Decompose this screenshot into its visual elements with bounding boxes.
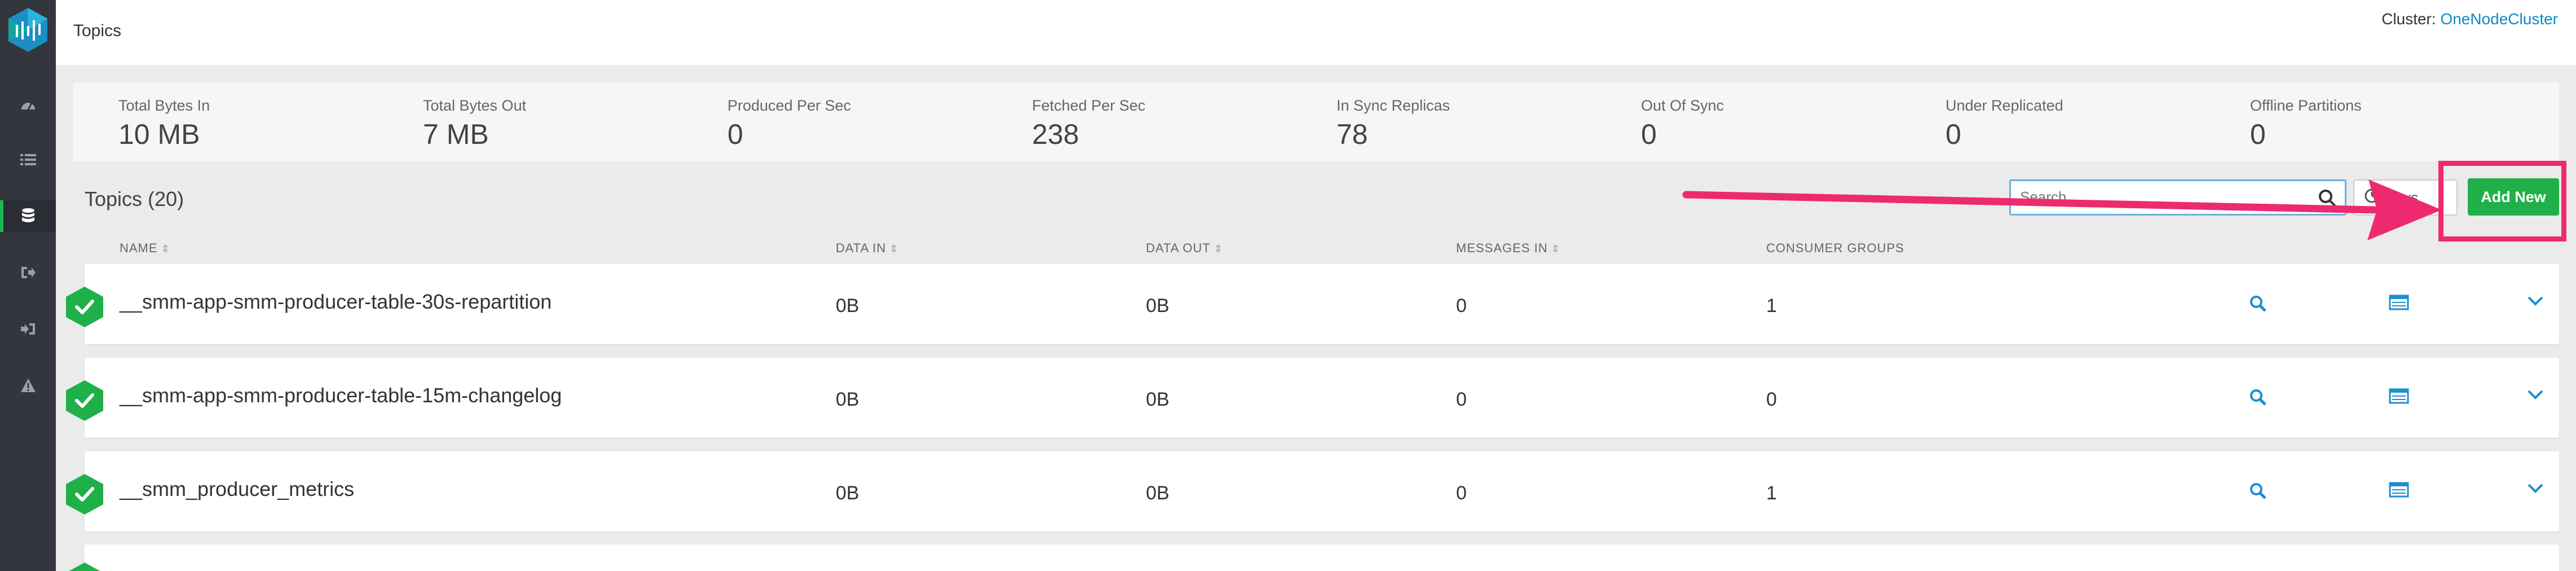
- metric-value: 238: [1032, 118, 1079, 150]
- topic-name[interactable]: __smm-app-smm-producer-table-30s-reparti…: [120, 290, 552, 314]
- topic-row[interactable]: __smm_producer_metrics 0B 0B 0 1: [66, 451, 2559, 532]
- topic-consumer-groups: 1: [1766, 295, 1777, 317]
- sort-icon: ⇕: [1551, 243, 1560, 254]
- dashboard-icon[interactable]: [19, 95, 38, 114]
- table-icon[interactable]: [2389, 295, 2409, 313]
- check-icon: [69, 563, 100, 571]
- logo-icon[interactable]: [7, 7, 49, 53]
- column-label: NAME: [120, 241, 158, 255]
- topics-count-title: Topics (20): [85, 187, 184, 210]
- table-icon[interactable]: [2389, 388, 2409, 407]
- topic-messages-in: 0: [1456, 295, 1467, 317]
- page-header: Topics Cluster: OneNodeCluster: [56, 0, 2576, 65]
- search-box[interactable]: [2009, 179, 2346, 216]
- metric-label: Produced Per Sec: [727, 97, 852, 114]
- sort-icon: ⇕: [161, 243, 170, 254]
- metric-value: 0: [727, 118, 743, 150]
- metric-out-of-sync: Out Of Sync 0: [1641, 97, 1724, 151]
- topic-data-out: 0B: [1146, 389, 1170, 410]
- search-icon[interactable]: [2249, 482, 2267, 503]
- metric-label: Total Bytes In: [118, 97, 210, 114]
- topic-data-in: 0B: [836, 482, 859, 504]
- clock-icon: [2365, 188, 2379, 207]
- metric-label: Out Of Sync: [1641, 97, 1724, 114]
- chevron-down-icon[interactable]: [2526, 388, 2544, 403]
- topic-messages-in: 0: [1456, 482, 1467, 504]
- sidebar-active-indicator: [0, 200, 3, 232]
- column-header-messages-in[interactable]: MESSAGES IN ⇕: [1456, 241, 1560, 256]
- search-input[interactable]: [2011, 181, 2304, 213]
- database-icon[interactable]: [19, 207, 38, 226]
- warning-icon[interactable]: [19, 376, 38, 395]
- topic-data-out: 0B: [1146, 295, 1170, 317]
- topic-consumer-groups: 0: [1766, 389, 1777, 410]
- table-icon[interactable]: [2389, 482, 2409, 500]
- cluster-label: Cluster:: [2381, 10, 2436, 28]
- search-icon[interactable]: [2249, 388, 2267, 409]
- metric-label: Fetched Per Sec: [1032, 97, 1146, 114]
- list-icon[interactable]: [19, 150, 38, 169]
- metric-total-bytes-out: Total Bytes Out 7 MB: [423, 97, 526, 151]
- column-header-data-in[interactable]: DATA IN ⇕: [836, 241, 898, 256]
- metric-total-bytes-in: Total Bytes In 10 MB: [118, 97, 210, 151]
- metric-under-replicated: Under Replicated 0: [1946, 97, 2063, 151]
- topic-name[interactable]: __smm_producer_metrics: [120, 477, 354, 501]
- metric-label: Under Replicated: [1946, 97, 2063, 114]
- column-header-name[interactable]: NAME ⇕: [120, 241, 170, 256]
- check-icon: [66, 380, 103, 421]
- metric-offline-partitions: Offline Partitions 0: [2250, 97, 2362, 151]
- column-label: CONSUMER GROUPS: [1766, 241, 1904, 255]
- column-header-data-out[interactable]: DATA OUT ⇕: [1146, 241, 1223, 256]
- chevron-down-icon[interactable]: [2526, 295, 2544, 310]
- filter-label: Days: [2385, 188, 2419, 206]
- metric-value: 0: [1641, 118, 1657, 150]
- metric-label: In Sync Replicas: [1336, 97, 1450, 114]
- check-icon: [66, 474, 103, 515]
- sort-icon: ⇕: [889, 243, 899, 254]
- column-header-consumer-groups: CONSUMER GROUPS: [1766, 241, 1904, 256]
- metric-label: Total Bytes Out: [423, 97, 527, 114]
- check-icon: [66, 287, 103, 327]
- metric-in-sync-replicas: In Sync Replicas 78: [1336, 97, 1450, 151]
- metric-value: 0: [1946, 118, 1961, 150]
- metric-value: 7 MB: [423, 118, 489, 150]
- metric-produced-per-sec: Produced Per Sec 0: [727, 97, 851, 151]
- topic-consumer-groups: 1: [1766, 482, 1777, 504]
- annotation-highlight-box: [2438, 161, 2566, 241]
- metric-value: 10 MB: [118, 118, 200, 150]
- column-label: DATA OUT: [1146, 241, 1211, 255]
- column-label: MESSAGES IN: [1456, 241, 1548, 255]
- login-icon[interactable]: [19, 319, 38, 339]
- metric-fetched-per-sec: Fetched Per Sec 238: [1032, 97, 1145, 151]
- chevron-down-icon[interactable]: [2526, 482, 2544, 497]
- search-icon[interactable]: [2318, 188, 2337, 210]
- sidebar: [0, 0, 56, 571]
- topic-data-in: 0B: [836, 295, 859, 317]
- topic-name[interactable]: __smm-app-smm-producer-table-15m-changel…: [120, 384, 562, 407]
- metric-label: Offline Partitions: [2250, 97, 2362, 114]
- topic-data-in: 0B: [836, 389, 859, 410]
- topic-row[interactable]: __smm-app-smm-producer-table-15m-changel…: [66, 358, 2559, 438]
- metrics-panel: Total Bytes In 10 MB Total Bytes Out 7 M…: [73, 82, 2559, 161]
- topic-row[interactable]: __smm-app-smm-producer-table-30s-reparti…: [66, 264, 2559, 344]
- export-icon[interactable]: [19, 263, 38, 282]
- cluster-link[interactable]: OneNodeCluster: [2440, 10, 2558, 28]
- topic-data-out: 0B: [1146, 482, 1170, 504]
- topic-messages-in: 0: [1456, 389, 1467, 410]
- page-title: Topics: [73, 21, 122, 40]
- search-icon[interactable]: [2249, 295, 2267, 315]
- sort-icon: ⇕: [1214, 243, 1223, 254]
- column-label: DATA IN: [836, 241, 886, 255]
- metric-value: 78: [1336, 118, 1368, 150]
- topic-row-partial[interactable]: [69, 544, 2559, 571]
- cluster-info: Cluster: OneNodeCluster: [2381, 10, 2558, 28]
- metric-value: 0: [2250, 118, 2266, 150]
